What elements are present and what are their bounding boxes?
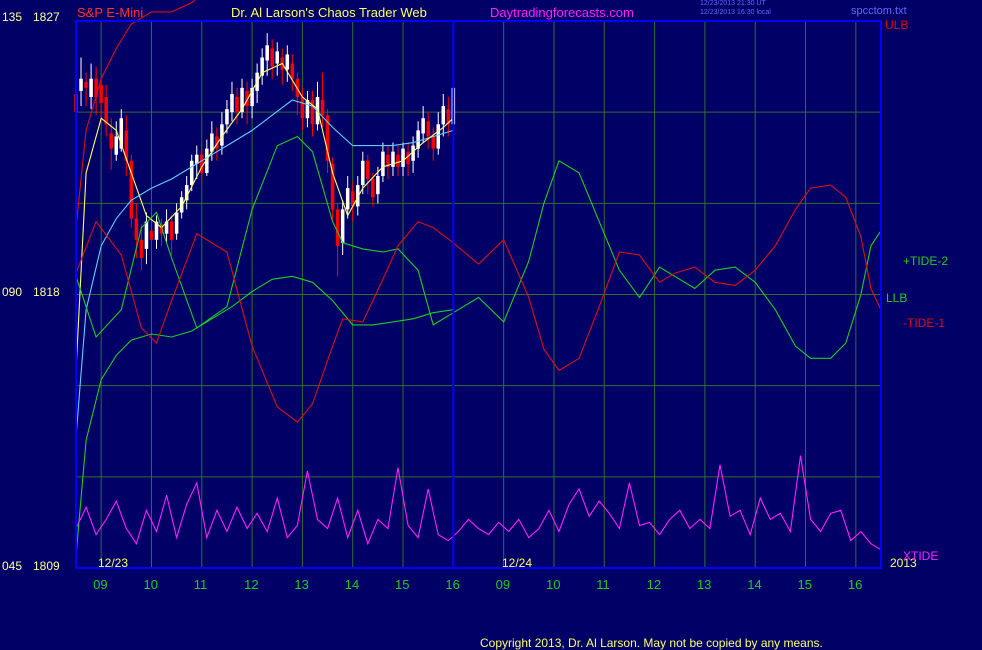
price-bar-body: [189, 160, 194, 186]
scale-price-mid: 1818: [33, 285, 60, 299]
price-bar-body: [300, 96, 305, 119]
hour-tick-label: 16: [847, 577, 863, 592]
price-bar-body: [169, 221, 174, 240]
ulb-label: ULB: [885, 18, 909, 32]
tide-plus-label: +TIDE-2: [903, 254, 949, 268]
series-line-llb: [75, 275, 454, 556]
price-bar-body: [84, 81, 88, 88]
price-bar-body: [401, 148, 405, 167]
hour-tick-label: 14: [344, 577, 360, 592]
scale-price-bottom: 1809: [33, 559, 60, 573]
price-bar-body: [225, 109, 229, 125]
data-file-name: spcctom.txt: [851, 5, 907, 17]
price-bars: [74, 33, 456, 277]
hour-tick-label: 09: [495, 577, 511, 592]
hour-tick-label: 14: [747, 577, 762, 592]
price-bar-body: [431, 136, 435, 149]
price-bar-body: [305, 100, 310, 119]
price-bar-body: [94, 78, 98, 97]
price-bar-body: [275, 51, 280, 64]
grid: [76, 21, 881, 568]
price-bar-body: [104, 96, 108, 125]
scale-index-top: 135: [2, 10, 23, 24]
price-bar-body: [436, 124, 441, 149]
tide-minus-label: -TIDE-1: [903, 316, 945, 330]
price-bar-body: [361, 160, 365, 186]
series-line-xtide: [75, 455, 882, 551]
price-bar-body: [174, 212, 179, 234]
llb-label: LLB: [886, 291, 908, 305]
time-stamp-local: 12/23/2013 16:30 local: [700, 9, 771, 16]
symbol-title: S&P E-Mini: [77, 5, 144, 20]
price-bar-body: [114, 136, 119, 155]
price-bar-body: [134, 218, 139, 240]
price-bar-body: [441, 106, 446, 125]
hour-tick-label: 16: [445, 577, 460, 592]
hour-tick-label: 15: [797, 577, 812, 592]
price-bar-body: [381, 151, 385, 176]
hour-tick-label: 10: [545, 577, 561, 592]
hour-tick-label: 09: [93, 577, 108, 592]
price-bar-body: [79, 78, 83, 91]
price-bar-body: [426, 121, 430, 137]
hour-tick-label: 13: [294, 577, 309, 592]
hour-tick-label: 15: [395, 577, 410, 592]
day-label-1: 12/23: [98, 556, 129, 570]
price-bar-body: [371, 179, 375, 198]
scale-price-top: 1827: [33, 10, 60, 24]
price-bar-body: [109, 133, 113, 149]
price-bar-body: [89, 78, 93, 97]
price-bar-body: [139, 239, 144, 259]
chaos-chart: [74, 0, 882, 569]
hour-tick-label: 11: [193, 577, 208, 592]
price-bar-body: [366, 160, 370, 180]
copyright-notice: Copyright 2013, Dr. Al Larson. May not b…: [480, 636, 823, 650]
price-bar-body: [99, 84, 103, 104]
day-label-2: 12/24: [502, 556, 533, 570]
price-bar-body: [320, 100, 325, 116]
series-line-tide-1: [75, 184, 882, 423]
price-bar-body: [270, 48, 274, 67]
series-line-ma-slow: [75, 99, 454, 438]
hour-tick-label: 12: [244, 577, 259, 592]
scale-index-mid: 090: [2, 285, 23, 299]
price-bar-body: [149, 230, 154, 240]
price-bar-body: [265, 45, 269, 61]
hour-tick-label: 12: [646, 577, 662, 592]
hour-tick-label: 11: [596, 577, 610, 592]
price-bar-body: [144, 221, 149, 249]
price-bar-body: [396, 154, 400, 167]
price-bar-body: [235, 96, 239, 113]
hour-tick-label: 13: [696, 577, 712, 592]
price-bar-body: [290, 63, 295, 79]
price-bar-body: [335, 209, 340, 246]
chart-title: Dr. Al Larson's Chaos Trader Web: [231, 5, 427, 20]
price-bar-body: [340, 209, 345, 243]
price-bar-body: [230, 93, 234, 113]
hour-tick-label: 10: [143, 577, 158, 592]
price-bar-body: [345, 188, 350, 210]
time-stamp-ut: 12/23/2013 21:30 UT: [700, 0, 766, 7]
xtide-label: XTIDE: [903, 549, 939, 563]
price-bar-body: [285, 54, 290, 70]
scale-index-bottom: 045: [2, 559, 23, 573]
site-link[interactable]: Daytradingforecasts.com: [490, 5, 634, 20]
price-bar-body: [421, 118, 425, 134]
price-bar-body: [376, 175, 380, 195]
